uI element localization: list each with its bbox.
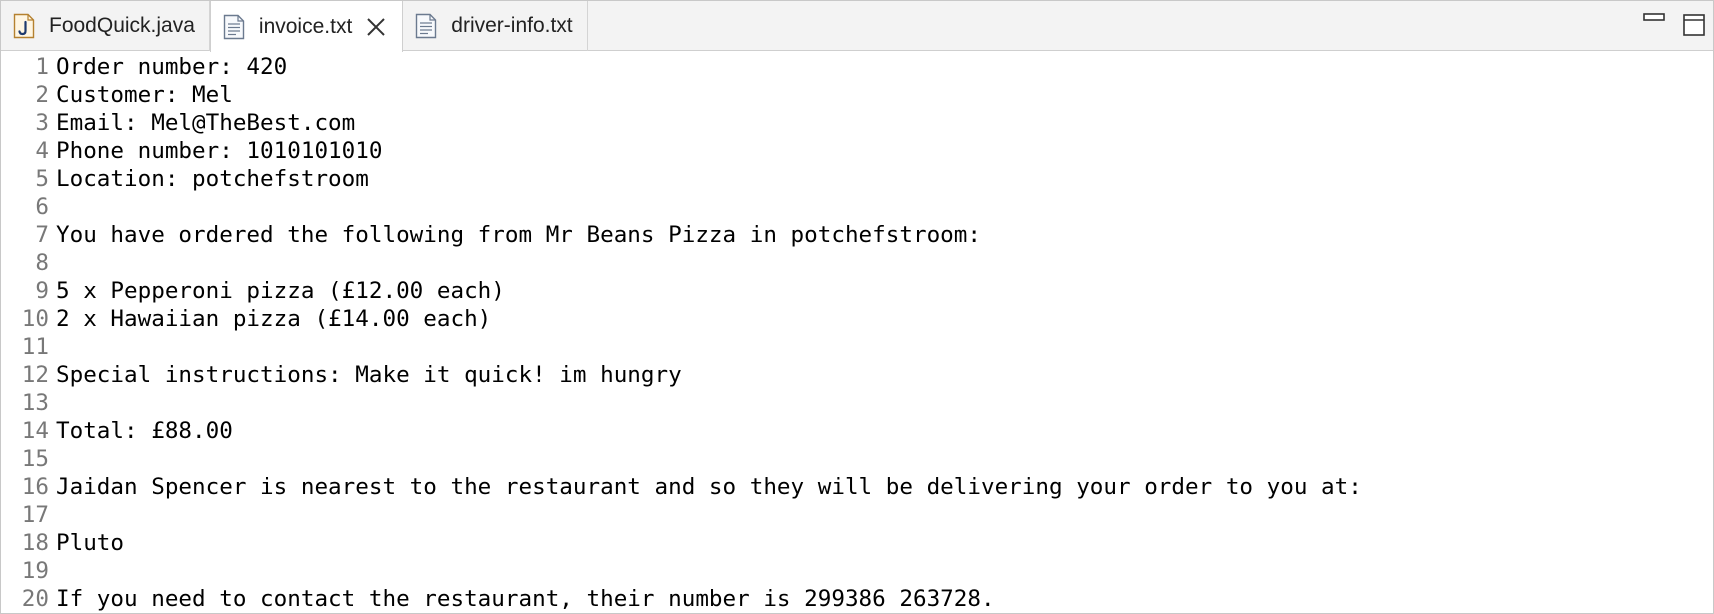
tab-invoice-txt[interactable]: invoice.txt xyxy=(209,1,404,52)
line-number: 15 xyxy=(21,446,49,472)
editor-lines: 1 Order number: 420 2 Customer: Mel 3 Email: … xyxy=(1,53,1713,613)
editor-line: 10 2 x Hawaiian pizza (£14.00 each) xyxy=(1,305,1713,333)
line-number: 9 xyxy=(35,278,49,304)
minimize-icon[interactable] xyxy=(1641,13,1667,39)
line-number: 1 xyxy=(35,54,49,80)
line-number: 18 xyxy=(21,530,49,556)
tab-bar: FoodQuick.java invoice.txt driver-info.t… xyxy=(1,1,1713,52)
editor-line: 7 You have ordered the following from Mr … xyxy=(1,221,1713,249)
line-text: Special instructions: Make it quick! im … xyxy=(56,362,682,388)
line-text: 2 x Hawaiian pizza (£14.00 each) xyxy=(56,306,492,332)
tab-label: FoodQuick.java xyxy=(49,14,195,37)
editor-line: 20 If you need to contact the restaurant,… xyxy=(1,585,1713,613)
editor-line: 19 xyxy=(1,557,1713,585)
line-number: 10 xyxy=(21,306,49,332)
text-file-icon xyxy=(415,13,437,39)
editor-line: 17 xyxy=(1,501,1713,529)
tab-label: invoice.txt xyxy=(258,14,353,38)
line-text: If you need to contact the restaurant, t… xyxy=(56,586,995,612)
editor-window: FoodQuick.java invoice.txt driver-info.t… xyxy=(0,0,1714,614)
editor-line: 11 xyxy=(1,333,1713,361)
line-text: Location: potchefstroom xyxy=(56,166,369,192)
line-text xyxy=(56,445,1713,473)
editor-line: 2 Customer: Mel xyxy=(1,81,1713,109)
editor-line: 13 xyxy=(1,389,1713,417)
line-number: 20 xyxy=(21,586,49,612)
editor-line: 12 Special instructions: Make it quick! i… xyxy=(1,361,1713,389)
line-number: 12 xyxy=(21,362,49,388)
line-number: 19 xyxy=(21,558,49,584)
tab-label: driver-info.txt xyxy=(451,14,573,37)
editor-line: 3 Email: Mel@TheBest.com xyxy=(1,109,1713,137)
line-text xyxy=(56,557,1713,585)
tab-driver-info-txt[interactable]: driver-info.txt xyxy=(403,1,588,51)
line-text: Phone number: 1010101010 xyxy=(56,138,383,164)
line-number: 7 xyxy=(35,222,49,248)
line-text xyxy=(56,333,1713,361)
tab-foodquick-java[interactable]: FoodQuick.java xyxy=(1,1,210,51)
editor-line: 8 xyxy=(1,249,1713,277)
editor-line: 1 Order number: 420 xyxy=(1,53,1713,81)
line-number: 17 xyxy=(21,502,49,528)
editor-line: 18 Pluto xyxy=(1,529,1713,557)
java-file-icon xyxy=(13,13,35,39)
line-text: Email: Mel@TheBest.com xyxy=(56,110,356,136)
line-text: Jaidan Spencer is nearest to the restaur… xyxy=(56,474,1362,500)
text-editor-area[interactable]: 1 Order number: 420 2 Customer: Mel 3 Email: … xyxy=(1,53,1713,613)
editor-line: 5 Location: potchefstroom xyxy=(1,165,1713,193)
line-number: 13 xyxy=(21,390,49,416)
line-number: 3 xyxy=(35,110,49,136)
maximize-icon[interactable] xyxy=(1681,13,1707,39)
tab-bar-spacer xyxy=(588,1,1627,50)
line-number: 5 xyxy=(35,166,49,192)
text-file-icon xyxy=(223,14,245,40)
close-icon[interactable] xyxy=(364,15,388,39)
window-controls xyxy=(1627,1,1713,50)
editor-line: 14 Total: £88.00 xyxy=(1,417,1713,445)
editor-line: 16 Jaidan Spencer is nearest to the resta… xyxy=(1,473,1713,501)
line-text: You have ordered the following from Mr B… xyxy=(56,222,981,248)
line-text xyxy=(56,389,1713,417)
line-number: 4 xyxy=(35,138,49,164)
line-text: Pluto xyxy=(56,530,125,556)
line-number: 8 xyxy=(35,250,49,276)
line-number: 14 xyxy=(21,418,49,444)
line-text: Total: £88.00 xyxy=(56,418,233,444)
line-number: 2 xyxy=(35,82,49,108)
line-number: 16 xyxy=(21,474,49,500)
line-text: Order number: 420 xyxy=(56,54,288,80)
line-text: Customer: Mel xyxy=(56,82,233,108)
editor-line: 6 xyxy=(1,193,1713,221)
line-text xyxy=(56,501,1713,529)
line-text: 5 x Pepperoni pizza (£12.00 each) xyxy=(56,278,505,304)
editor-line: 15 xyxy=(1,445,1713,473)
line-number: 11 xyxy=(21,334,49,360)
editor-line: 4 Phone number: 1010101010 xyxy=(1,137,1713,165)
line-text xyxy=(56,193,1713,221)
editor-line: 9 5 x Pepperoni pizza (£12.00 each) xyxy=(1,277,1713,305)
line-text xyxy=(56,249,1713,277)
line-number: 6 xyxy=(35,194,49,220)
